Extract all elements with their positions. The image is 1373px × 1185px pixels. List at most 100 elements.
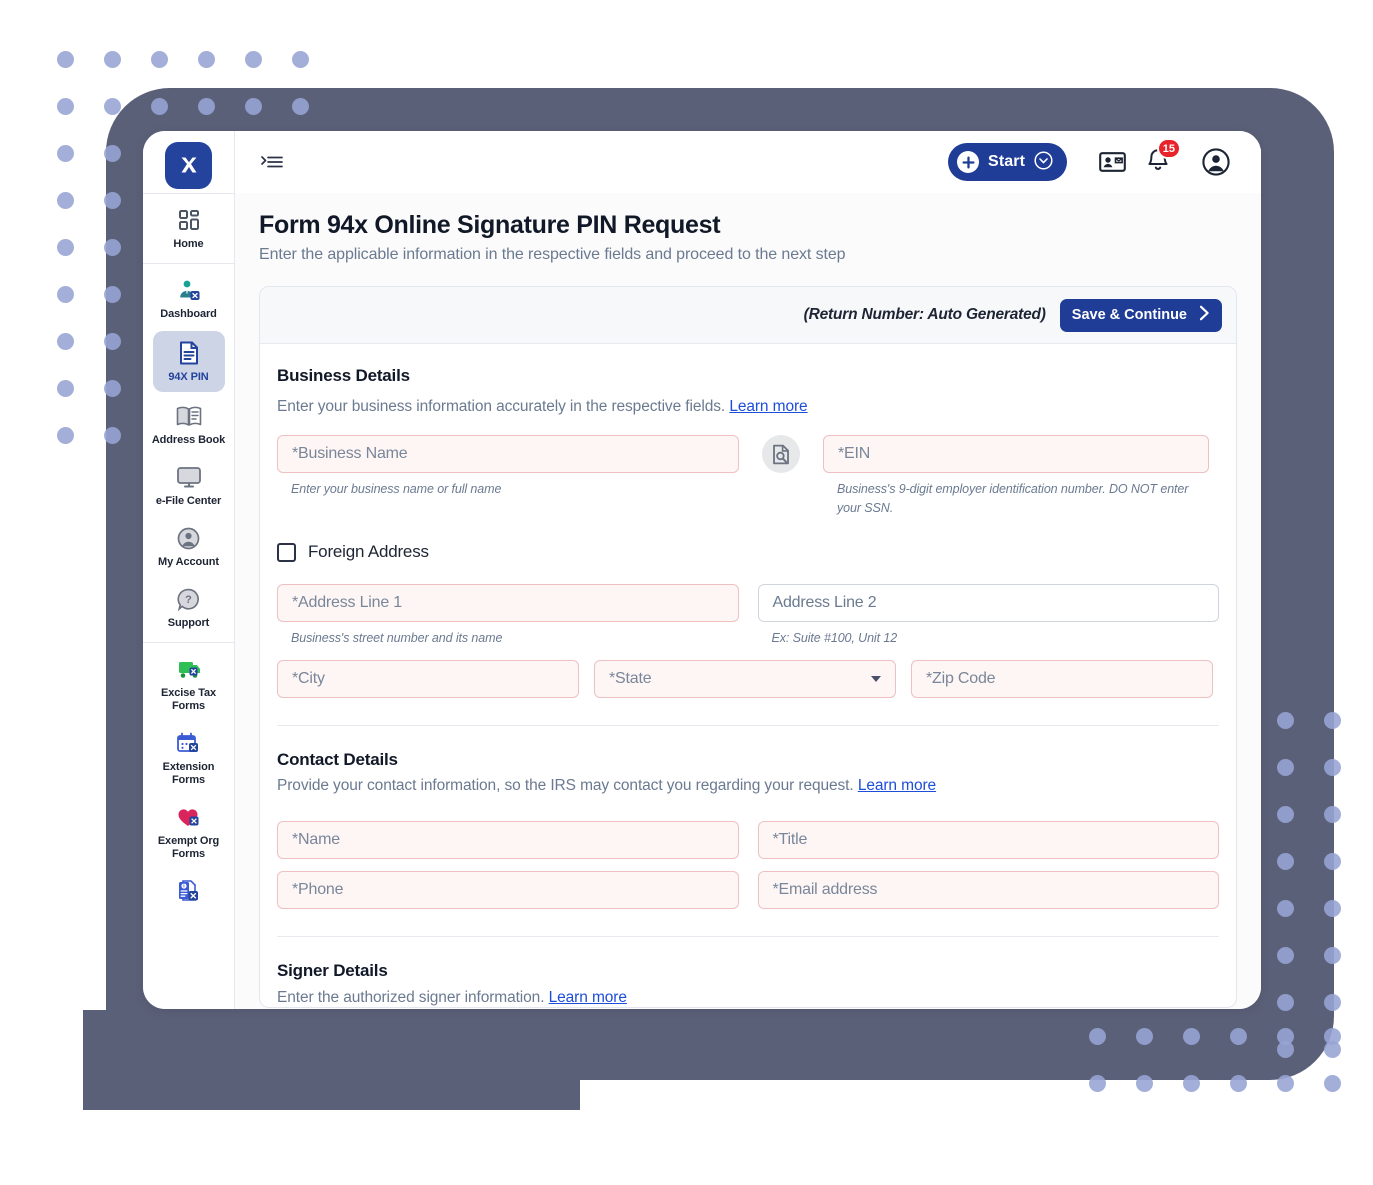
decorative-dot [57, 192, 74, 209]
info-document-icon: i [176, 878, 201, 904]
signer-learn-more-link[interactable]: Learn more [549, 989, 627, 1006]
page-subtitle: Enter the applicable information in the … [259, 246, 846, 263]
contact-phone-input[interactable]: *Phone [277, 871, 739, 909]
save-continue-label: Save & Continue [1071, 307, 1187, 323]
state-field-group: *State [594, 660, 896, 698]
business-name-input[interactable]: *Business Name [277, 435, 739, 473]
sidebar-item-label: Home [173, 238, 204, 250]
business-details-description: Enter your business information accurate… [277, 398, 1219, 416]
contact-phone-field-group: *Phone [277, 871, 739, 909]
chevron-down-icon [1034, 151, 1053, 173]
decorative-dot [57, 427, 74, 444]
start-button[interactable]: Start [948, 143, 1067, 181]
zip-field-group: *Zip Code [911, 660, 1213, 698]
sidebar-item-label: Support [167, 617, 210, 629]
contact-details-section: Contact Details Provide your contact inf… [277, 750, 1219, 909]
sidebar-item-extension-forms[interactable]: Extension Forms [143, 721, 234, 795]
business-name-field-group: *Business Name Enter your business name … [277, 435, 739, 499]
sidebar-item-exempt-org-forms[interactable]: Exempt Org Forms [143, 795, 234, 869]
signer-details-description-text: Enter the authorized signer information. [277, 989, 545, 1006]
decorative-dot [57, 239, 74, 256]
state-select[interactable]: *State [594, 660, 896, 698]
user-account-icon[interactable] [1201, 147, 1231, 177]
contact-email-field-group: *Email address [757, 871, 1219, 909]
chevron-down-icon [871, 676, 881, 682]
form-card-body: Business Details Enter your business inf… [260, 344, 1236, 1007]
calendar-icon [176, 730, 201, 756]
decorative-dot [292, 51, 309, 68]
contact-phone-email-row: *Phone *Email address [277, 871, 1219, 909]
city-input[interactable]: *City [277, 660, 579, 698]
content-area: Form 94x Online Signature PIN Request En… [235, 193, 1261, 1009]
sidebar-group-primary: Home [143, 193, 234, 263]
screenshot-root: Home Dashboard 94X PIN Address Book e-Fi… [0, 0, 1373, 1185]
contact-name-input[interactable]: *Name [277, 821, 739, 859]
address-book-icon [176, 403, 202, 429]
foreign-address-checkbox[interactable] [277, 542, 296, 562]
decorative-dot [1324, 1075, 1341, 1092]
sidebar-group-forms: Excise Tax Forms Extension Forms Exempt … [143, 642, 234, 921]
contact-title-field-group: *Title [757, 821, 1219, 859]
address-line-1-hint: Business's street number and its name [291, 631, 503, 645]
monitor-icon [176, 464, 202, 490]
logo-mark-icon [165, 141, 212, 189]
decorative-dot [57, 286, 74, 303]
sidebar-item-efile-center[interactable]: e-File Center [143, 455, 234, 516]
decorative-dot [57, 98, 74, 115]
section-divider [277, 725, 1219, 726]
sidebar-item-my-account[interactable]: My Account [143, 516, 234, 577]
sidebar-item-info-forms[interactable]: i [143, 869, 234, 917]
heart-icon [176, 804, 202, 830]
sidebar-item-label: Address Book [151, 434, 226, 446]
save-and-continue-button[interactable]: Save & Continue [1059, 298, 1222, 332]
contact-details-description: Provide your contact information, so the… [277, 777, 1219, 795]
address-line-1-field-group: *Address Line 1 Business's street number… [277, 584, 739, 648]
city-state-zip-row: *City *State *Zip Code [277, 660, 1219, 698]
contact-details-title: Contact Details [277, 750, 398, 769]
app-logo[interactable] [143, 131, 234, 193]
contact-card-icon[interactable] [1097, 147, 1127, 177]
sidebar-item-excise-tax-forms[interactable]: Excise Tax Forms [143, 647, 234, 721]
signer-details-description: Enter the authorized signer information.… [277, 989, 1219, 1007]
decorative-dot [198, 51, 215, 68]
contact-details-description-text: Provide your contact information, so the… [277, 777, 854, 794]
sidebar-item-94x-pin[interactable]: 94X PIN [152, 331, 225, 392]
document-search-icon[interactable] [762, 435, 800, 473]
page-title: Form 94x Online Signature PIN Request [259, 211, 721, 239]
contact-learn-more-link[interactable]: Learn more [858, 777, 936, 794]
notifications-bell[interactable]: 15 [1143, 138, 1181, 177]
sidebar-navigation: Home Dashboard 94X PIN Address Book e-Fi… [143, 131, 235, 1009]
decorative-dot [57, 51, 74, 68]
contact-email-input[interactable]: *Email address [757, 871, 1219, 909]
zip-code-input[interactable]: *Zip Code [911, 660, 1213, 698]
decorative-dot [104, 51, 121, 68]
sidebar-item-label: 94X PIN [168, 371, 209, 383]
foreign-address-label: Foreign Address [308, 542, 429, 561]
decorative-dot [57, 380, 74, 397]
sidebar-item-label: Excise Tax Forms [160, 687, 217, 712]
application-window: Home Dashboard 94X PIN Address Book e-Fi… [143, 131, 1261, 1009]
sidebar-item-home[interactable]: Home [143, 198, 234, 259]
hamburger-collapse-icon[interactable] [259, 149, 285, 175]
sidebar-item-support[interactable]: ? Support [143, 577, 234, 638]
business-learn-more-link[interactable]: Learn more [729, 398, 807, 415]
ein-input[interactable]: *EIN [823, 435, 1209, 473]
account-circle-icon [177, 525, 200, 551]
start-button-label: Start [988, 153, 1025, 170]
sidebar-item-label: Exempt Org Forms [157, 835, 220, 860]
sidebar-item-label: Dashboard [160, 308, 217, 320]
business-details-description-text: Enter your business information accurate… [277, 398, 726, 415]
business-name-hint: Enter your business name or full name [291, 482, 502, 496]
notification-count-badge: 15 [1156, 138, 1181, 159]
return-number-text: (Return Number: Auto Generated) [803, 306, 1046, 323]
address-line-2-input[interactable]: Address Line 2 [757, 584, 1219, 622]
sidebar-item-address-book[interactable]: Address Book [143, 394, 234, 455]
contact-title-input[interactable]: *Title [757, 821, 1219, 859]
sidebar-item-dashboard[interactable]: Dashboard [143, 268, 234, 329]
signer-details-title: Signer Details [277, 961, 388, 980]
foreign-address-checkbox-row[interactable]: Foreign Address [277, 542, 429, 562]
ein-hint: Business's 9-digit employer identificati… [837, 482, 1189, 515]
decorative-dot [151, 51, 168, 68]
address-line-1-input[interactable]: *Address Line 1 [277, 584, 739, 622]
help-bubble-icon: ? [177, 586, 200, 612]
